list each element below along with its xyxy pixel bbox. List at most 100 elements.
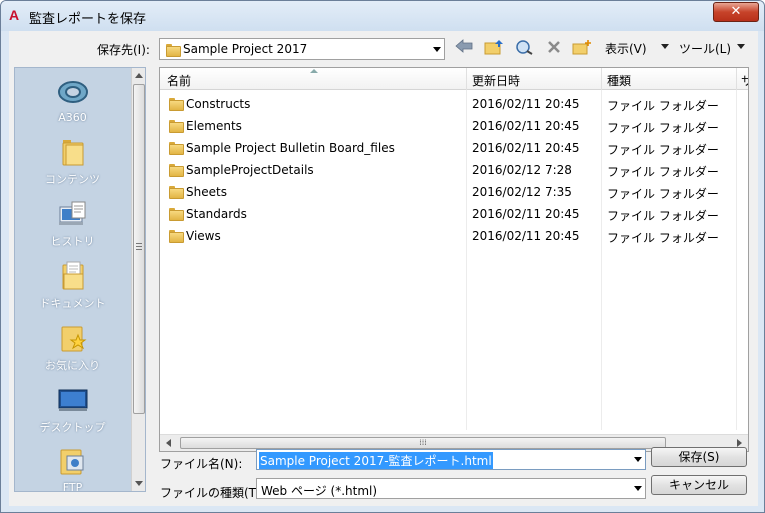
file-type: ファイル フォルダー	[607, 187, 719, 201]
place-label: ドキュメント	[39, 297, 106, 310]
sort-ascending-icon	[310, 69, 318, 73]
file-name: Standards	[186, 207, 247, 221]
place-label: デスクトップ	[39, 421, 106, 434]
documents-icon	[57, 260, 89, 292]
file-row[interactable]: Sheets 2016/02/12 7:35 ファイル フォルダー	[160, 181, 748, 203]
file-name: Sheets	[186, 185, 227, 199]
chevron-down-icon[interactable]	[634, 457, 642, 462]
place-label: コンテンツ	[45, 173, 100, 186]
scroll-up-arrow-icon[interactable]	[135, 73, 143, 78]
folder-up-icon	[484, 40, 503, 55]
file-date: 2016/02/11 20:45	[472, 207, 580, 221]
file-row[interactable]: Constructs 2016/02/11 20:45 ファイル フォルダー	[160, 93, 748, 115]
column-divider[interactable]	[736, 68, 737, 90]
column-more[interactable]: サ	[741, 72, 748, 89]
grip-icon	[136, 243, 142, 244]
save-in-combobox[interactable]: Sample Project 2017	[159, 38, 445, 60]
autocad-app-icon: A	[9, 7, 20, 23]
delete-icon	[548, 41, 560, 53]
place-a360[interactable]: A360	[15, 76, 130, 124]
back-button[interactable]	[453, 39, 475, 57]
folder-icon	[169, 208, 184, 221]
desktop-icon	[57, 384, 89, 416]
column-divider[interactable]	[601, 68, 602, 90]
tools-menu[interactable]: ツール(L)	[679, 40, 731, 57]
file-list: 名前 更新日時 種類 サ Constructs 2016/02/11 20:45…	[159, 67, 749, 452]
scroll-down-arrow-icon[interactable]	[135, 481, 143, 486]
save-in-label: 保存先(I):	[97, 43, 150, 57]
file-date: 2016/02/12 7:35	[472, 185, 572, 199]
file-row[interactable]: Elements 2016/02/11 20:45 ファイル フォルダー	[160, 115, 748, 137]
folder-icon	[169, 186, 184, 199]
cancel-button[interactable]: キャンセル	[651, 475, 747, 495]
column-divider[interactable]	[466, 68, 467, 90]
back-arrow-icon	[455, 39, 473, 53]
column-date[interactable]: 更新日時	[472, 72, 520, 89]
view-menu[interactable]: 表示(V)	[605, 40, 647, 57]
view-dropdown-arrow[interactable]	[661, 39, 669, 53]
file-date: 2016/02/11 20:45	[472, 97, 580, 111]
save-audit-report-dialog: A 監査レポートを保存 ✕ 保存先(I): Sample Project 201…	[0, 0, 765, 513]
place-label: A360	[58, 111, 87, 124]
filetype-combobox[interactable]: Web ページ (*.html)	[256, 478, 646, 499]
place-history[interactable]: ヒストリ	[15, 198, 130, 249]
search-globe-icon	[516, 40, 533, 55]
filetype-label: ファイルの種類(T):	[160, 486, 265, 500]
chevron-down-icon	[634, 486, 642, 491]
scroll-thumb[interactable]	[133, 84, 145, 414]
column-type[interactable]: 種類	[607, 72, 631, 89]
folder-icon	[169, 120, 184, 133]
up-folder-button[interactable]	[483, 39, 505, 57]
file-type: ファイル フォルダー	[607, 231, 719, 245]
new-folder-button[interactable]	[571, 39, 593, 57]
places-scrollbar[interactable]	[131, 68, 145, 491]
folder-icon	[169, 98, 184, 111]
place-ftp[interactable]: FTP	[15, 446, 130, 492]
file-date: 2016/02/12 7:28	[472, 163, 572, 177]
search-web-button[interactable]	[513, 39, 535, 57]
file-type: ファイル フォルダー	[607, 121, 719, 135]
chevron-down-icon	[737, 44, 745, 49]
folder-icon	[169, 142, 184, 155]
filename-label: ファイル名(N):	[160, 457, 243, 471]
file-name: Constructs	[186, 97, 251, 111]
place-label: FTP	[62, 481, 83, 492]
scroll-left-arrow-icon[interactable]	[166, 439, 171, 447]
filename-value: Sample Project 2017-監査レポート.html	[259, 452, 493, 469]
new-folder-icon	[572, 40, 591, 55]
folder-icon	[169, 230, 184, 243]
file-name: Sample Project Bulletin Board_files	[186, 141, 395, 155]
file-row[interactable]: Sample Project Bulletin Board_files 2016…	[160, 137, 748, 159]
filename-input[interactable]: Sample Project 2017-監査レポート.html	[256, 449, 646, 470]
folder-icon	[57, 136, 89, 168]
place-desktop[interactable]: デスクトップ	[15, 384, 130, 435]
place-contents[interactable]: コンテンツ	[15, 136, 130, 187]
places-sidebar: A360 コンテンツ ヒストリ ドキュメント お気に入り デスクトップ FTP	[14, 67, 146, 492]
title-bar[interactable]: A 監査レポートを保存 ✕	[1, 1, 764, 31]
delete-button[interactable]	[543, 39, 565, 57]
place-favorites[interactable]: お気に入り	[15, 322, 130, 373]
tools-menu-label: ツール(L)	[679, 42, 732, 56]
file-date: 2016/02/11 20:45	[472, 141, 580, 155]
tools-dropdown-arrow[interactable]	[737, 39, 745, 53]
file-row[interactable]: Views 2016/02/11 20:45 ファイル フォルダー	[160, 225, 748, 247]
scroll-thumb[interactable]: ⁞⁞⁞	[180, 437, 666, 449]
file-type: ファイル フォルダー	[607, 99, 719, 113]
chevron-down-icon	[661, 44, 669, 49]
scroll-right-arrow-icon[interactable]	[737, 439, 742, 447]
favorites-icon	[57, 322, 89, 354]
location-value: Sample Project 2017	[183, 42, 308, 56]
file-row[interactable]: Standards 2016/02/11 20:45 ファイル フォルダー	[160, 203, 748, 225]
file-name: Views	[186, 229, 221, 243]
column-name[interactable]: 名前	[167, 72, 191, 89]
place-documents[interactable]: ドキュメント	[15, 260, 130, 311]
place-label: お気に入り	[45, 359, 100, 372]
view-menu-label: 表示(V)	[605, 42, 647, 56]
file-type: ファイル フォルダー	[607, 143, 719, 157]
file-row[interactable]: SampleProjectDetails 2016/02/12 7:28 ファイ…	[160, 159, 748, 181]
a360-icon	[57, 76, 89, 108]
save-button[interactable]: 保存(S)	[651, 447, 747, 467]
grip-icon: ⁞⁞⁞	[419, 438, 427, 447]
filetype-value: Web ページ (*.html)	[261, 484, 378, 498]
close-button[interactable]: ✕	[713, 2, 759, 22]
